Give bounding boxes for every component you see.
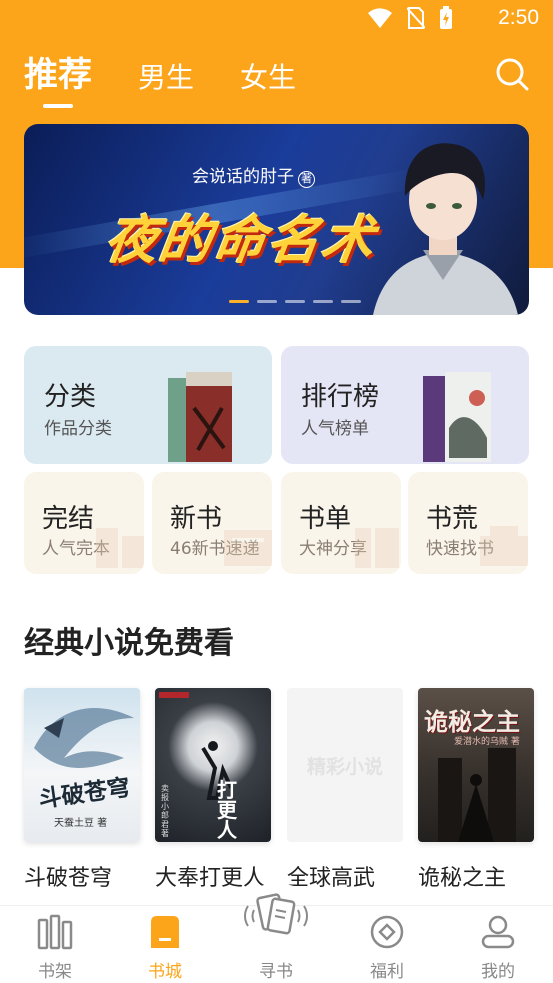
placeholder-text: 精彩小说 bbox=[306, 756, 383, 778]
banner-character-illustration bbox=[373, 143, 518, 315]
banner-author: 会说话的肘子著 bbox=[192, 162, 315, 188]
status-bar: 2:50 bbox=[0, 0, 553, 38]
pagination-dot[interactable] bbox=[341, 300, 361, 303]
nav-profile[interactable]: 我的 bbox=[443, 906, 553, 983]
decoration-book-icon bbox=[96, 528, 144, 568]
cover-author-text: 卖报小郎君 著 bbox=[161, 784, 169, 838]
tab-recommend[interactable]: 推荐 bbox=[24, 58, 92, 102]
booklist-card[interactable]: 书单 大神分享 bbox=[281, 472, 401, 574]
tab-male[interactable]: 男生 bbox=[138, 64, 194, 102]
status-time: 2:50 bbox=[498, 6, 539, 29]
book-cover: 打更人 卖报小郎君 著 bbox=[155, 688, 271, 842]
section-title: 经典小说免费看 bbox=[24, 626, 234, 661]
completed-card[interactable]: 完结 人气完本 bbox=[24, 472, 144, 574]
book-item[interactable]: 斗破苍穹 天蚕土豆 著 斗破苍穹 bbox=[24, 688, 140, 891]
nav-label: 书城 bbox=[148, 962, 182, 982]
book-title: 全球高武 bbox=[287, 866, 376, 891]
decoration-book-icon bbox=[355, 528, 399, 568]
nav-bookstore[interactable]: 书城 bbox=[110, 906, 220, 983]
category-card[interactable]: 分类 作品分类 bbox=[24, 346, 272, 464]
banner-title: 夜的命名术 bbox=[101, 211, 380, 271]
book-item[interactable]: 精彩小说 全球高武 bbox=[287, 688, 403, 891]
book-item[interactable]: 诡秘之主 爱潜水的乌贼 著 诡秘之主 bbox=[418, 688, 534, 891]
bookstore-icon bbox=[151, 916, 179, 948]
ranking-card-subtitle: 人气榜单 bbox=[301, 419, 369, 439]
category-card-subtitle: 作品分类 bbox=[44, 419, 112, 439]
decoration-book-icon bbox=[224, 530, 272, 566]
booklist-card-title: 书单 bbox=[299, 504, 352, 534]
cover-author-text: 爱潜水的乌贼 著 bbox=[454, 737, 520, 747]
banner-author-name: 会说话的肘子 bbox=[192, 167, 294, 187]
pagination-dot[interactable] bbox=[257, 300, 277, 303]
book-drought-card-title: 书荒 bbox=[426, 504, 479, 534]
book-title: 诡秘之主 bbox=[418, 866, 507, 891]
nav-find-book[interactable]: 寻书 bbox=[221, 893, 331, 983]
cover-author-text: 天蚕土豆 著 bbox=[54, 818, 108, 829]
wifi-icon bbox=[368, 8, 392, 28]
nav-label: 寻书 bbox=[259, 962, 293, 982]
book-stack-illustration bbox=[423, 372, 491, 462]
status-icons bbox=[367, 6, 453, 30]
search-icon[interactable] bbox=[495, 57, 529, 91]
new-books-card-title: 新书 bbox=[170, 504, 223, 534]
cover-title-text: 打更人 bbox=[217, 778, 237, 842]
book-stack-illustration bbox=[168, 372, 232, 462]
nav-label: 我的 bbox=[481, 962, 515, 982]
nav-label: 福利 bbox=[370, 962, 404, 982]
book-title: 斗破苍穹 bbox=[24, 866, 113, 891]
pagination-dot[interactable] bbox=[229, 300, 249, 303]
book-item[interactable]: 打更人 卖报小郎君 著 大奉打更人 bbox=[155, 688, 271, 891]
pagination-dot[interactable] bbox=[285, 300, 305, 303]
tab-female[interactable]: 女生 bbox=[240, 64, 296, 102]
ranking-card-title: 排行榜 bbox=[301, 382, 380, 412]
cover-title-text: 诡秘之主 bbox=[424, 708, 520, 736]
author-badge: 著 bbox=[298, 171, 315, 188]
bookshelf-icon bbox=[37, 914, 73, 950]
ranking-card[interactable]: 排行榜 人气榜单 bbox=[281, 346, 529, 464]
profile-icon bbox=[481, 915, 515, 949]
nav-bookshelf[interactable]: 书架 bbox=[0, 906, 110, 983]
bottom-navigation: 书架 书城 寻书 福利 我的 bbox=[0, 893, 553, 983]
promo-banner[interactable]: 会说话的肘子著 夜的命名术 bbox=[24, 124, 529, 315]
decoration-book-icon bbox=[480, 526, 528, 566]
coin-icon bbox=[370, 915, 404, 949]
book-drought-card[interactable]: 书荒 快速找书 bbox=[408, 472, 528, 574]
completed-card-title: 完结 bbox=[42, 504, 95, 534]
battery-charging-icon bbox=[440, 6, 452, 29]
category-card-title: 分类 bbox=[44, 382, 97, 412]
book-cover-placeholder: 精彩小说 bbox=[287, 688, 403, 842]
nav-welfare[interactable]: 福利 bbox=[332, 906, 442, 983]
top-tabs: 推荐 男生 女生 bbox=[24, 46, 296, 102]
nav-label: 书架 bbox=[38, 962, 72, 982]
book-cover: 诡秘之主 爱潜水的乌贼 著 bbox=[418, 688, 534, 842]
book-cover: 斗破苍穹 天蚕土豆 著 bbox=[24, 688, 140, 842]
pagination-dot[interactable] bbox=[313, 300, 333, 303]
no-sim-icon bbox=[407, 7, 425, 29]
banner-pagination bbox=[229, 300, 361, 303]
find-book-icon bbox=[244, 893, 308, 935]
new-books-card[interactable]: 新书 46新书速递 bbox=[152, 472, 272, 574]
